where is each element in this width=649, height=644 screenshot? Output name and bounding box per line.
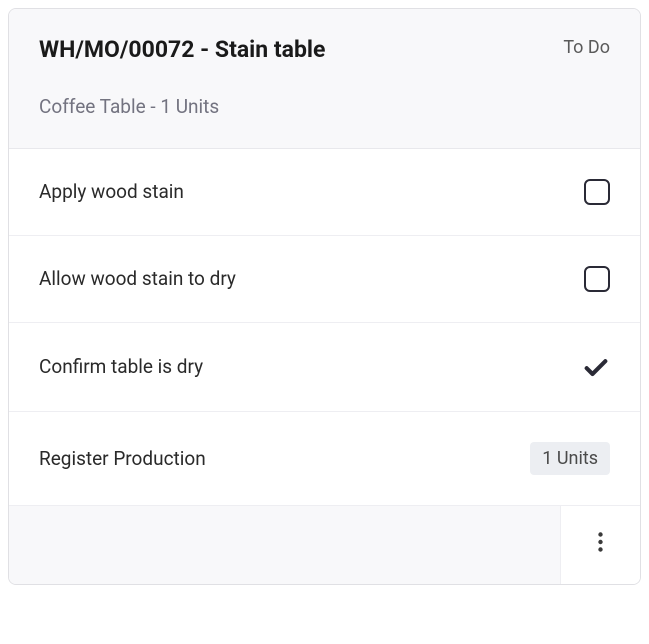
more-options-button[interactable] (560, 506, 640, 584)
card-header: WH/MO/00072 - Stain table To Do Coffee T… (9, 9, 640, 149)
task-row[interactable]: Allow wood stain to dry (9, 236, 640, 323)
work-order-subtitle: Coffee Table - 1 Units (39, 95, 610, 118)
register-production-label: Register Production (39, 447, 206, 470)
task-row[interactable]: Confirm table is dry (9, 323, 640, 412)
task-label: Confirm table is dry (39, 355, 203, 378)
units-badge[interactable]: 1 Units (530, 442, 610, 475)
check-icon[interactable] (582, 353, 610, 381)
register-production-row[interactable]: Register Production 1 Units (9, 412, 640, 506)
header-top-row: WH/MO/00072 - Stain table To Do (39, 35, 610, 65)
work-order-status: To Do (563, 37, 610, 58)
vertical-dots-icon (598, 532, 603, 558)
task-checkbox[interactable] (584, 179, 610, 205)
work-order-card: WH/MO/00072 - Stain table To Do Coffee T… (8, 8, 641, 585)
task-label: Allow wood stain to dry (39, 267, 236, 290)
task-checkbox[interactable] (584, 266, 610, 292)
card-footer (9, 506, 640, 584)
work-order-title: WH/MO/00072 - Stain table (39, 35, 325, 65)
task-row[interactable]: Apply wood stain (9, 149, 640, 236)
task-label: Apply wood stain (39, 180, 184, 203)
